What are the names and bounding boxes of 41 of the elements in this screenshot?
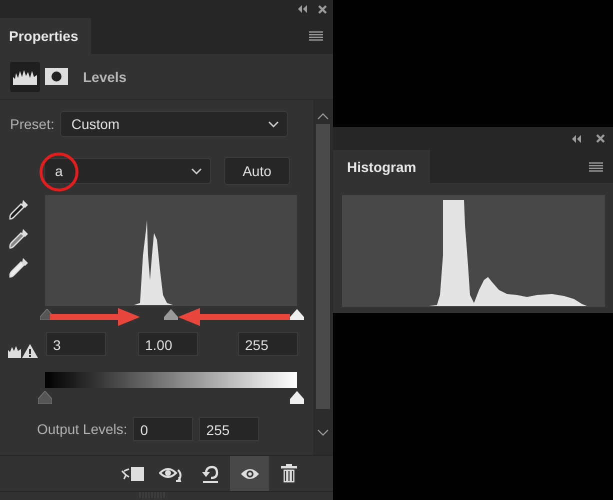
preset-dropdown[interactable]: Custom — [60, 111, 288, 137]
collapse-icon[interactable] — [298, 5, 308, 13]
shadows-eyedropper-icon[interactable] — [8, 199, 28, 221]
output-levels-label: Output Levels: — [37, 421, 128, 437]
resize-grip-icon[interactable] — [138, 492, 164, 498]
annotation-circle — [38, 151, 80, 193]
auto-button[interactable]: Auto — [224, 157, 290, 185]
highlights-eyedropper-icon[interactable] — [8, 257, 28, 279]
midtones-input-marker[interactable] — [164, 309, 178, 320]
input-field[interactable]: 0 — [133, 417, 194, 441]
chevron-down-icon[interactable] — [268, 120, 280, 128]
output-highlights-marker[interactable] — [290, 391, 304, 404]
preset-label: Preset: — [10, 116, 54, 132]
input-field[interactable]: 3 — [46, 332, 106, 356]
scroll-down-icon[interactable] — [317, 429, 329, 437]
clip-to-layer-icon — [120, 464, 144, 482]
input-field[interactable]: 255 — [238, 332, 298, 356]
eye-icon — [240, 466, 260, 480]
menu-icon[interactable] — [309, 31, 323, 41]
scroll-up-icon[interactable] — [317, 112, 329, 120]
output-shadows-marker[interactable] — [38, 391, 52, 404]
input-field[interactable]: 1.00 — [138, 332, 198, 356]
menu-icon[interactable] — [589, 162, 603, 172]
levels-icon[interactable] — [13, 68, 37, 84]
close-icon[interactable] — [318, 4, 327, 14]
scrollbar-thumb[interactable] — [316, 124, 330, 409]
collapse-icon[interactable] — [572, 134, 582, 142]
channel-dropdown[interactable]: a — [44, 158, 211, 184]
chevron-down-icon[interactable] — [191, 168, 202, 174]
trash-icon — [280, 464, 296, 483]
mask-icon[interactable] — [45, 68, 68, 85]
adjustment-title: Levels — [83, 68, 127, 84]
input-field[interactable]: 255 — [199, 417, 260, 441]
panel-tab[interactable]: Histogram — [333, 150, 430, 183]
highlights-input-marker[interactable] — [290, 309, 304, 320]
clipping-warning-icon[interactable] — [8, 344, 38, 358]
reset-icon — [200, 464, 220, 484]
eye-button[interactable] — [230, 456, 269, 491]
midtones-eyedropper-icon[interactable] — [8, 228, 28, 250]
close-icon[interactable] — [596, 134, 605, 143]
panel-tab[interactable]: Properties — [0, 18, 92, 54]
